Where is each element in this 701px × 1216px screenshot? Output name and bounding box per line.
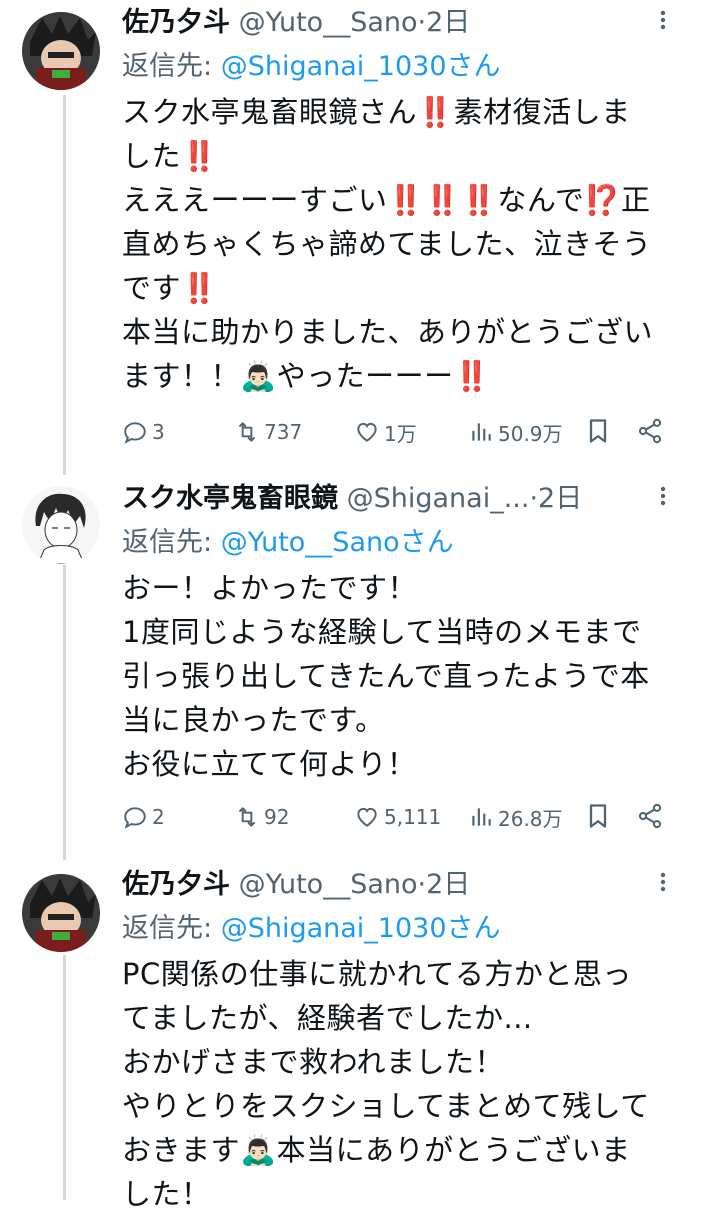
tweet-header: スク水亭鬼畜眼鏡 @Shiganai_...·2日 — [122, 482, 671, 516]
display-name[interactable]: 佐乃夕斗 — [122, 7, 230, 38]
views-button[interactable]: 26.8万 — [468, 800, 563, 834]
like-count: 5,111 — [384, 805, 442, 829]
tweet-header: 佐乃夕斗 @Yuto__Sano·2日 — [122, 868, 671, 902]
more-icon[interactable] — [653, 486, 673, 506]
tweet-header: 佐乃夕斗 @Yuto__Sano·2日 — [122, 6, 671, 40]
like-icon — [357, 422, 377, 442]
tweet-text: PC関係の仕事に就かれてる方かと思っ てましたが、経験者でしたか... おかげさ… — [122, 957, 650, 1211]
timestamp[interactable]: 2日 — [538, 483, 582, 514]
more-icon[interactable] — [653, 872, 673, 892]
reply-icon — [124, 422, 146, 444]
views-icon — [472, 808, 491, 826]
reply-count: 2 — [152, 805, 165, 829]
like-icon — [357, 807, 377, 827]
timestamp[interactable]: 2日 — [426, 869, 470, 900]
tweet[interactable]: 佐乃夕斗 @Yuto__Sano·2日 返信先: @Shiganai_1030さ… — [0, 0, 701, 470]
tweet-text: スク水亭鬼畜眼鏡さん‼️素材復活しま した‼️ えええーーーすごい‼️‼️‼️な… — [122, 95, 654, 393]
avatar[interactable] — [22, 486, 100, 564]
views-button[interactable]: 50.9万 — [468, 415, 563, 449]
separator-dot: · — [529, 483, 539, 514]
like-button[interactable]: 1万 — [354, 415, 417, 449]
reply-mention[interactable]: @Shiganai_1030さん — [221, 913, 501, 944]
retweet-icon — [238, 807, 256, 827]
display-name[interactable]: 佐乃夕斗 — [122, 869, 230, 900]
retweet-count: 737 — [264, 420, 303, 444]
user-handle[interactable]: @Yuto__Sano — [239, 869, 418, 900]
reply-button[interactable]: 3 — [122, 415, 165, 449]
reply-mention[interactable]: @Yuto__Sanoさん — [221, 527, 454, 558]
view-count: 50.9万 — [498, 421, 563, 446]
reply-prefix: 返信先: — [122, 913, 221, 944]
user-handle[interactable]: @Yuto__Sano — [239, 7, 418, 38]
tweet-text: おー！よかったです！ 1度同じような経験して当時のメモまで 引っ張り出してきたん… — [122, 571, 650, 781]
reply-prefix: 返信先: — [122, 51, 221, 82]
more-icon[interactable] — [653, 10, 673, 30]
reply-to: 返信先: @Yuto__Sanoさん — [122, 526, 454, 560]
like-count: 1万 — [384, 421, 417, 446]
reply-to: 返信先: @Shiganai_1030さん — [122, 50, 501, 84]
reply-prefix: 返信先: — [122, 527, 221, 558]
avatar[interactable] — [22, 12, 100, 90]
tweet[interactable]: スク水亭鬼畜眼鏡 @Shiganai_...·2日 返信先: @Yuto__Sa… — [0, 476, 701, 856]
views-icon — [472, 423, 491, 441]
user-handle[interactable]: @Shiganai_... — [347, 483, 530, 514]
view-count: 26.8万 — [498, 806, 563, 831]
reply-icon — [124, 807, 146, 829]
avatar[interactable] — [22, 874, 100, 952]
share-icon[interactable] — [636, 802, 664, 830]
reply-count: 3 — [152, 420, 165, 444]
separator-dot: · — [417, 869, 427, 900]
bookmark-icon[interactable] — [584, 802, 612, 830]
display-name[interactable]: スク水亭鬼畜眼鏡 — [122, 483, 338, 514]
retweet-button[interactable]: 92 — [234, 800, 289, 834]
reply-mention[interactable]: @Shiganai_1030さん — [221, 51, 501, 82]
reply-to: 返信先: @Shiganai_1030さん — [122, 912, 501, 946]
separator-dot: · — [417, 7, 427, 38]
action-bar: 3 737 1万 50.9万 — [122, 415, 682, 449]
like-button[interactable]: 5,111 — [354, 800, 441, 834]
action-bar: 2 92 5,111 26.8万 — [122, 800, 682, 834]
tweet[interactable]: 佐乃夕斗 @Yuto__Sano·2日 返信先: @Shiganai_1030さ… — [0, 862, 701, 1211]
retweet-count: 92 — [264, 805, 290, 829]
reply-button[interactable]: 2 — [122, 800, 165, 834]
retweet-button[interactable]: 737 — [234, 415, 302, 449]
bookmark-icon[interactable] — [584, 417, 612, 445]
retweet-icon — [238, 422, 256, 442]
share-icon[interactable] — [636, 417, 664, 445]
timestamp[interactable]: 2日 — [426, 7, 470, 38]
